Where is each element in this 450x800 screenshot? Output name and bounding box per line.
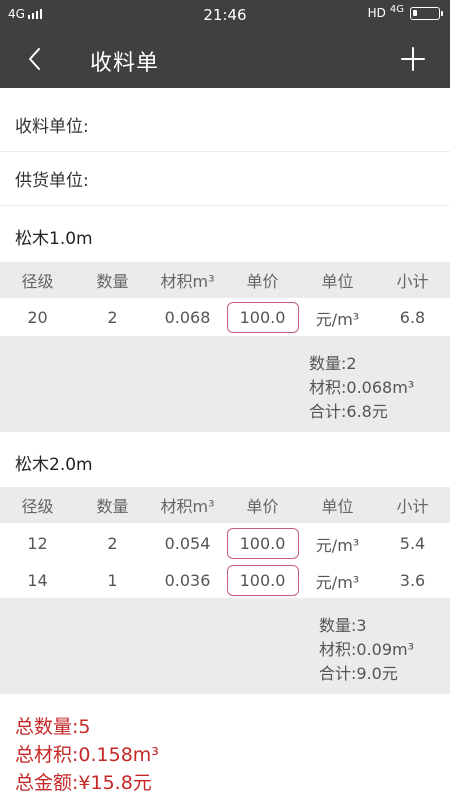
summary-total: 合计:9.0元	[319, 664, 398, 683]
group-summary: 数量:2 材积:0.068m³ 合计:6.8元	[0, 336, 450, 432]
price-input[interactable]	[226, 302, 299, 333]
cell-volume: 0.036	[164, 571, 211, 590]
supplier-field-row: 供货单位:	[0, 152, 450, 206]
cell-quantity: 2	[107, 308, 118, 327]
column-header-quantity: 数量	[96, 497, 129, 516]
receiver-field-row: 收料单位:	[0, 98, 450, 152]
cell-volume: 0.054	[164, 534, 211, 553]
title-bar: 收料单	[0, 30, 450, 88]
cell-price	[225, 562, 300, 599]
total-volume: 总材积:0.158m³	[15, 744, 159, 766]
summary-quantity: 数量:3	[319, 616, 367, 635]
cell-price	[225, 525, 300, 562]
summary-total: 合计:6.8元	[309, 402, 388, 421]
receiver-label: 收料单位:	[15, 117, 89, 137]
cell-quantity: 1	[107, 571, 118, 590]
cell-subtotal: 3.6	[399, 571, 426, 590]
cell-volume: 0.068	[164, 308, 211, 327]
cell-subtotal: 6.8	[399, 308, 426, 327]
cell-unit: 元/m³	[315, 309, 360, 329]
column-header-diameter: 径级	[21, 272, 54, 291]
chevron-left-icon	[29, 48, 40, 70]
table-row: 12 2 0.054 元/m³ 5.4	[0, 525, 450, 562]
table-row: 14 1 0.036 元/m³ 3.6	[0, 562, 450, 599]
status-right: HD 4G	[367, 3, 443, 20]
group-title: 松木2.0m	[15, 455, 93, 475]
column-header-diameter: 径级	[21, 497, 54, 516]
column-header-volume: 材积m³	[160, 272, 215, 291]
cell-unit: 元/m³	[315, 535, 360, 555]
price-input[interactable]	[226, 565, 299, 596]
battery-icon	[410, 6, 443, 20]
supplier-label: 供货单位:	[15, 171, 89, 191]
group-summary: 数量:3 材积:0.09m³ 合计:9.0元	[0, 598, 450, 694]
add-button[interactable]	[396, 42, 430, 76]
group-title: 松木1.0m	[15, 229, 93, 249]
cell-diameter: 12	[27, 534, 48, 553]
summary-quantity: 数量:2	[309, 354, 357, 373]
cell-quantity: 2	[107, 534, 118, 553]
supplier-input[interactable]	[88, 152, 450, 205]
summary-volume: 材积:0.09m³	[319, 640, 415, 659]
column-header-volume: 材积m³	[160, 497, 215, 516]
total-quantity: 总数量:5	[15, 716, 91, 738]
cell-price	[225, 299, 300, 336]
column-header-price: 单价	[246, 272, 279, 291]
network-type-right: 4G	[389, 3, 404, 15]
column-header-unit: 单位	[321, 272, 354, 291]
hd-indicator: HD	[367, 6, 386, 20]
column-header-subtotal: 小计	[396, 497, 429, 516]
column-header-subtotal: 小计	[396, 272, 429, 291]
table-header: 径级 数量 材积m³ 单价 单位 小计	[0, 487, 450, 523]
cell-unit: 元/m³	[315, 572, 360, 592]
cell-diameter: 14	[27, 571, 48, 590]
plus-icon	[401, 47, 425, 71]
status-bar: 4G 21:46 HD 4G	[0, 0, 450, 30]
column-header-unit: 单位	[321, 497, 354, 516]
cell-diameter: 20	[27, 308, 48, 327]
total-amount: 总金额:¥15.8元	[15, 772, 152, 794]
page-title: 收料单	[90, 51, 160, 76]
column-header-quantity: 数量	[96, 272, 129, 291]
cell-subtotal: 5.4	[399, 534, 426, 553]
receiver-input[interactable]	[88, 98, 450, 151]
table-header: 径级 数量 材积m³ 单价 单位 小计	[0, 262, 450, 298]
column-header-price: 单价	[246, 497, 279, 516]
table-row: 20 2 0.068 元/m³ 6.8	[0, 299, 450, 336]
back-button[interactable]	[18, 42, 52, 76]
price-input[interactable]	[226, 528, 299, 559]
summary-volume: 材积:0.068m³	[309, 378, 415, 397]
